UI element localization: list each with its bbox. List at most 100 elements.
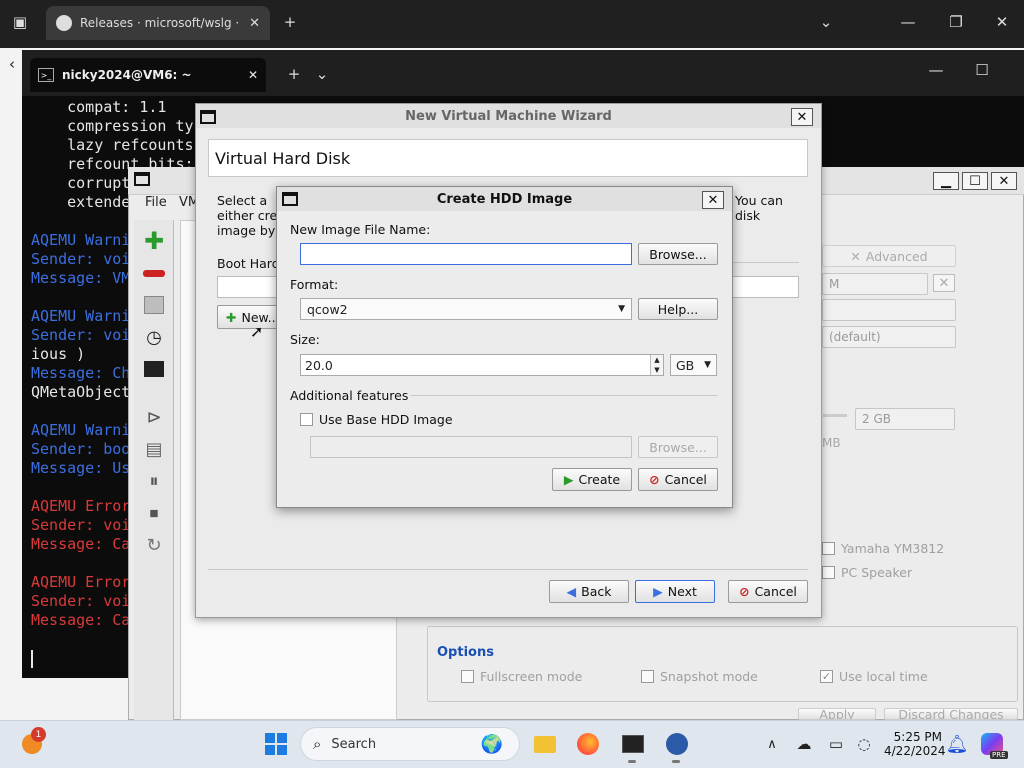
- new-tab-icon[interactable]: +: [278, 10, 302, 34]
- forward-arrow-icon: ▶: [653, 584, 663, 599]
- close-icon[interactable]: ✕: [249, 16, 260, 31]
- checkbox[interactable]: [822, 542, 835, 555]
- display-icon[interactable]: ▭: [822, 730, 850, 758]
- new-tab-icon[interactable]: +: [282, 62, 306, 86]
- delete-vm-icon[interactable]: [141, 260, 167, 286]
- browser-tab[interactable]: Releases · microsoft/wslg · GitHub ✕: [46, 6, 270, 40]
- qemu-app-icon[interactable]: [663, 730, 691, 758]
- tab-actions-icon[interactable]: ▣: [8, 10, 32, 34]
- close-icon[interactable]: ✕: [702, 191, 724, 209]
- save-icon[interactable]: ▤: [141, 436, 167, 462]
- maximize-icon[interactable]: ☐: [970, 58, 994, 82]
- terminal-tab-title: nicky2024@VM6: ~: [62, 68, 192, 82]
- size-unit-select[interactable]: GB ▼: [670, 354, 717, 376]
- search-icon: ⌕: [313, 735, 322, 753]
- discard-button[interactable]: Discard Changes: [884, 708, 1018, 720]
- memory-slider[interactable]: [823, 414, 847, 417]
- checkbox[interactable]: ✓: [820, 670, 833, 683]
- back-arrow-icon[interactable]: ‹: [0, 52, 24, 76]
- size-spin-arrows[interactable]: ▲ ▼: [650, 355, 663, 375]
- firefox-icon[interactable]: [574, 730, 602, 758]
- hdd-icon[interactable]: [141, 292, 167, 318]
- sound-pc-speaker-option[interactable]: PC Speaker: [822, 565, 912, 580]
- separator: [410, 395, 718, 396]
- spin-down-icon[interactable]: ▼: [654, 366, 659, 374]
- use-base-hdd-option[interactable]: Use Base HDD Image: [300, 412, 453, 427]
- checkbox[interactable]: [461, 670, 474, 683]
- back-arrow-icon: ◀: [566, 584, 577, 599]
- terminal-tab[interactable]: >_ nicky2024@VM6: ~ ✕: [30, 58, 266, 92]
- windows-start-icon[interactable]: [262, 730, 290, 758]
- terminal-app-icon[interactable]: [619, 730, 647, 758]
- separator: [733, 262, 799, 263]
- create-button[interactable]: ▶ Create: [552, 468, 632, 491]
- base-hdd-path-input[interactable]: [310, 436, 632, 458]
- size-label: Size:: [290, 332, 320, 347]
- terminal-line: Message: Ca: [31, 535, 131, 553]
- terminal-line: Sender: voi: [31, 326, 131, 344]
- help-button[interactable]: Help...: [638, 298, 718, 320]
- size-spinbox[interactable]: 20.0: [300, 354, 664, 376]
- terminal-line: AQEMU Warni: [31, 231, 131, 249]
- chevron-down-icon[interactable]: ⌄: [310, 62, 334, 86]
- network-icon[interactable]: ◌: [850, 730, 878, 758]
- file-name-input[interactable]: [300, 243, 632, 265]
- taskbar-clock[interactable]: 5:25 PM 4/22/2024: [884, 730, 946, 758]
- show-hidden-icons-icon[interactable]: ∧: [758, 730, 786, 758]
- cpu-count-select[interactable]: [822, 299, 956, 321]
- minimize-icon[interactable]: —: [896, 10, 920, 34]
- minimize-icon[interactable]: —: [924, 58, 948, 82]
- format-label: Format:: [290, 277, 339, 292]
- clear-icon[interactable]: ✕: [933, 274, 955, 292]
- browse-base-button[interactable]: Browse...: [638, 436, 718, 458]
- browse-button[interactable]: Browse...: [638, 243, 718, 265]
- dialog-cancel-button[interactable]: ⊘ Cancel: [638, 468, 718, 491]
- file-name-label: New Image File Name:: [290, 222, 431, 237]
- close-icon[interactable]: ✕: [991, 172, 1017, 190]
- terminal-line: AQEMU Error: [31, 573, 131, 591]
- use-base-hdd-checkbox[interactable]: [300, 413, 313, 426]
- terminal-line: AQEMU Warni: [31, 307, 131, 325]
- close-icon[interactable]: ✕: [791, 108, 813, 126]
- chevron-down-icon[interactable]: ⌄: [814, 10, 838, 34]
- fullscreen-option[interactable]: Fullscreen mode: [461, 669, 582, 684]
- memory-select[interactable]: 2 GB: [855, 408, 955, 430]
- format-select[interactable]: qcow2 ▼: [300, 298, 632, 320]
- checkbox[interactable]: [641, 670, 654, 683]
- add-vm-icon[interactable]: ✚: [141, 227, 167, 255]
- snapshot-option[interactable]: Snapshot mode: [641, 669, 758, 684]
- menu-file[interactable]: File: [145, 195, 167, 210]
- new-hdd-button[interactable]: ✚ New...: [217, 305, 281, 329]
- file-explorer-icon[interactable]: [531, 730, 559, 758]
- close-icon[interactable]: ✕: [248, 68, 258, 82]
- onedrive-icon[interactable]: ☁: [790, 730, 818, 758]
- next-button[interactable]: ▶ Next: [635, 580, 715, 603]
- sound-yamaha-option[interactable]: Yamaha YM3812: [822, 541, 944, 556]
- wrench-icon: ✕: [850, 248, 861, 264]
- pause-icon[interactable]: ⏸: [141, 468, 167, 494]
- machine-type-select[interactable]: (default): [822, 326, 956, 348]
- spin-up-icon[interactable]: ▲: [654, 356, 659, 364]
- terminal-cursor: [31, 650, 33, 668]
- apply-button[interactable]: Apply: [798, 708, 876, 720]
- stop-icon[interactable]: ⏹: [141, 500, 167, 526]
- clock-icon[interactable]: ◷: [141, 324, 167, 350]
- maximize-icon[interactable]: ☐: [962, 172, 988, 190]
- separator: [208, 569, 808, 570]
- checkbox[interactable]: [822, 566, 835, 579]
- terminal-line: compat: 1.1: [31, 98, 167, 116]
- minimize-icon[interactable]: ▁: [933, 172, 959, 190]
- restore-icon[interactable]: ❐: [944, 10, 968, 34]
- close-window-icon[interactable]: ✕: [990, 10, 1014, 34]
- console-icon[interactable]: [141, 356, 167, 382]
- reset-icon[interactable]: ↻: [141, 532, 167, 558]
- localtime-option[interactable]: ✓ Use local time: [820, 669, 928, 684]
- notification-bell-icon[interactable]: 🔔︎: [943, 730, 971, 758]
- play-icon[interactable]: ⊳: [141, 404, 167, 430]
- advanced-button[interactable]: ✕ Advanced: [822, 245, 956, 267]
- back-button[interactable]: ◀ Back: [549, 580, 629, 603]
- window-icon: [134, 172, 150, 186]
- wizard-cancel-button[interactable]: ⊘ Cancel: [728, 580, 808, 603]
- cpu-type-select[interactable]: M: [822, 273, 928, 295]
- mouse-cursor-icon: ➚: [250, 322, 264, 341]
